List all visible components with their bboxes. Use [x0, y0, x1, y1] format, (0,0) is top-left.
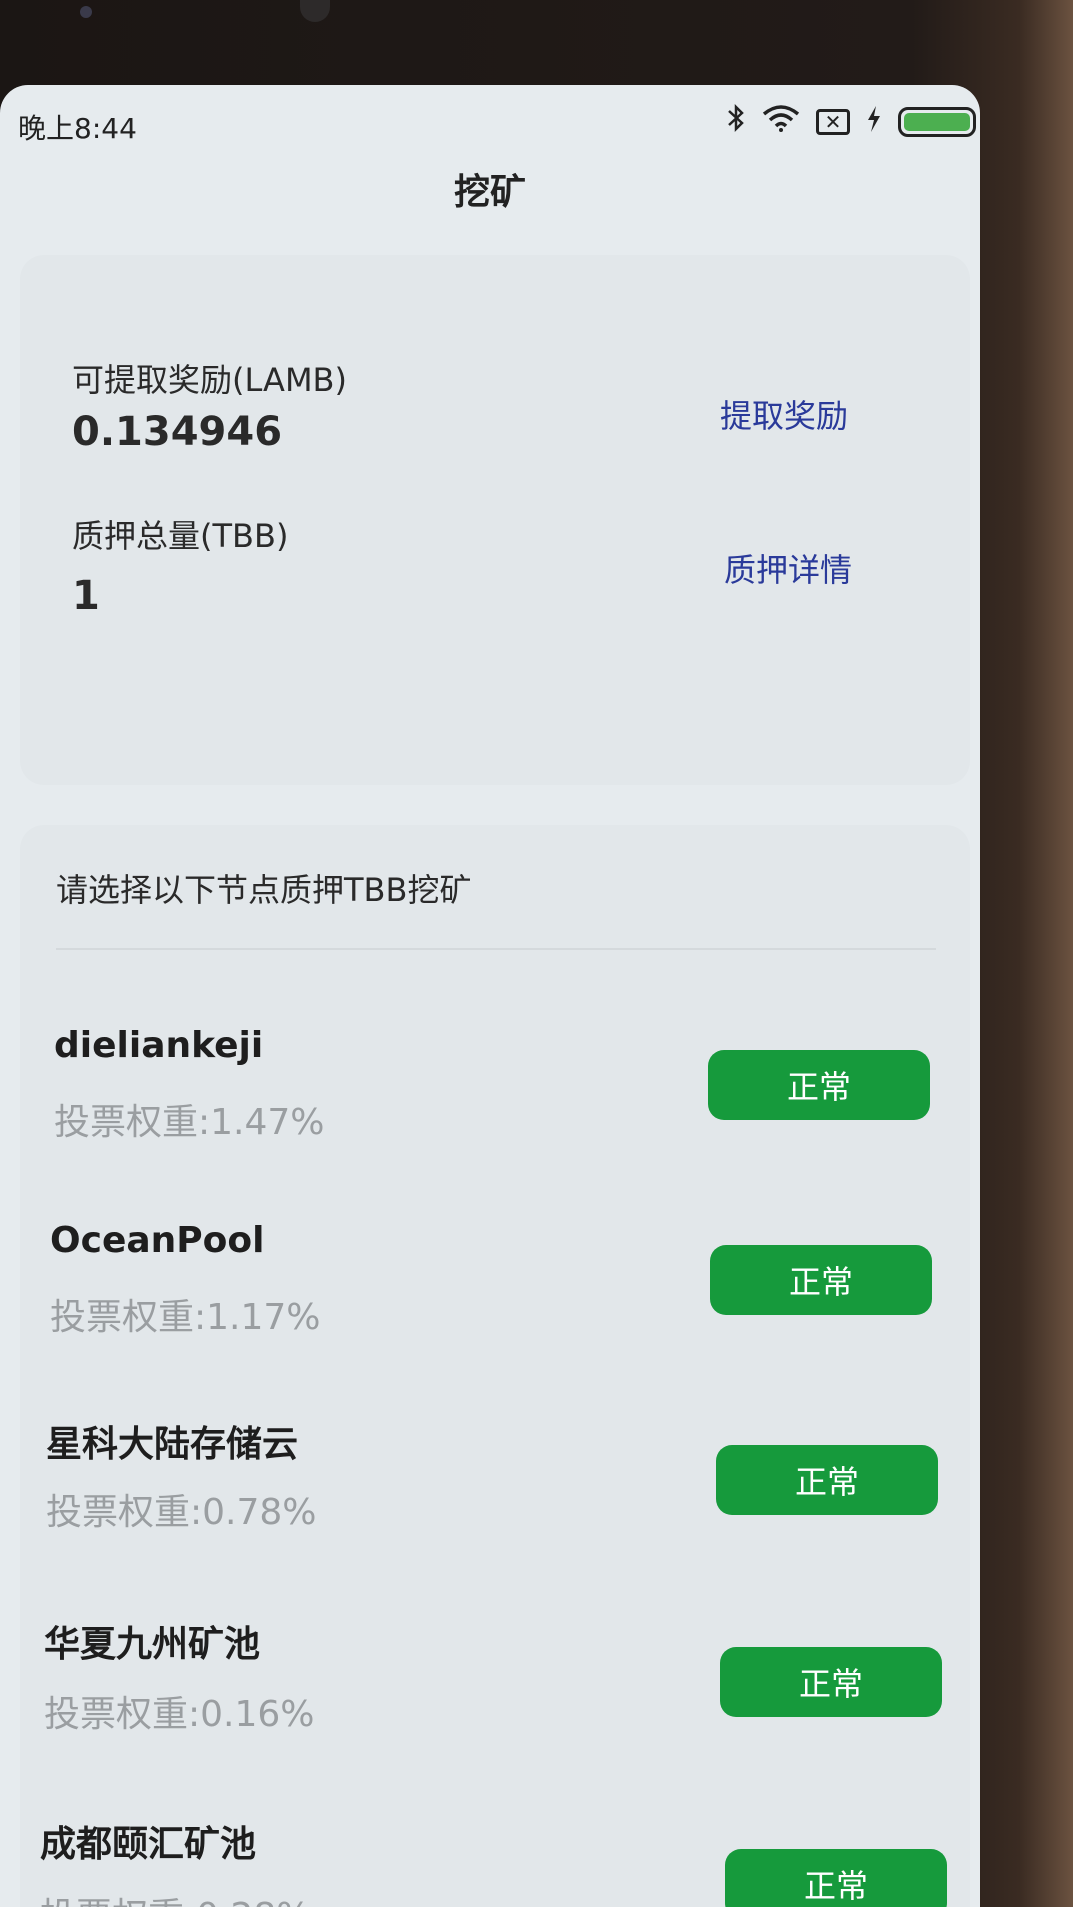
rewards-card: 可提取奖励(LAMB) 0.134946 提取奖励 质押总量(TBB) 1 质押… [20, 255, 970, 785]
sensor-dot [80, 6, 92, 18]
page-title: 挖矿 [453, 172, 526, 213]
status-time: 晚上8:44 [18, 112, 137, 145]
node-row[interactable]: OceanPool 投票权重:1.17% 正常 [20, 1220, 970, 1400]
node-vote-weight: 投票权重:1.17% [50, 1297, 321, 1338]
node-status-button[interactable]: 正常 [710, 1245, 932, 1315]
withdrawable-reward-value: 0.134946 [72, 409, 283, 455]
front-camera [300, 0, 330, 22]
battery-icon [898, 107, 976, 137]
node-vote-weight: 投票权重:0.78% [46, 1492, 317, 1533]
status-icons: ✕ [726, 103, 976, 141]
node-row[interactable]: 成都颐汇矿池 投票权重:0.28% 正常 [20, 1815, 970, 1907]
staked-total-value: 1 [72, 573, 100, 619]
bluetooth-icon [726, 103, 746, 141]
status-bar: 晚上8:44 ✕ [0, 85, 980, 165]
node-name: 华夏九州矿池 [44, 1624, 261, 1665]
node-status-button[interactable]: 正常 [720, 1647, 942, 1717]
stake-details-button[interactable]: 质押详情 [724, 545, 852, 591]
nodes-intro-text: 请选择以下节点质押TBB挖矿 [56, 871, 472, 909]
node-name: dieliankeji [54, 1025, 264, 1066]
no-sim-icon: ✕ [816, 109, 850, 135]
node-name: 星科大陆存储云 [46, 1424, 299, 1465]
node-vote-weight: 投票权重:0.28% [40, 1887, 311, 1907]
staked-total-label: 质押总量(TBB) [72, 517, 289, 555]
node-name: OceanPool [50, 1220, 265, 1261]
node-row[interactable]: 华夏九州矿池 投票权重:0.16% 正常 [20, 1615, 970, 1795]
withdraw-reward-button[interactable]: 提取奖励 [720, 391, 848, 437]
node-status-button[interactable]: 正常 [708, 1050, 930, 1120]
charging-icon [866, 105, 882, 140]
node-row[interactable]: dieliankeji 投票权重:1.47% 正常 [20, 1025, 970, 1205]
app-screen: 晚上8:44 ✕ 挖矿 可提取奖励(LAMB) 0.134946 提取奖励 质押… [0, 85, 980, 1907]
nodes-card: 请选择以下节点质押TBB挖矿 dieliankeji 投票权重:1.47% 正常… [20, 825, 970, 1907]
node-vote-weight: 投票权重:0.16% [44, 1694, 315, 1735]
node-row[interactable]: 星科大陆存储云 投票权重:0.78% 正常 [20, 1415, 970, 1595]
node-status-button[interactable]: 正常 [725, 1849, 947, 1907]
node-status-button[interactable]: 正常 [716, 1445, 938, 1515]
divider [56, 948, 936, 950]
wifi-icon [762, 104, 800, 140]
node-name: 成都颐汇矿池 [40, 1824, 257, 1865]
withdrawable-reward-label: 可提取奖励(LAMB) [72, 361, 347, 399]
node-vote-weight: 投票权重:1.47% [54, 1102, 325, 1143]
